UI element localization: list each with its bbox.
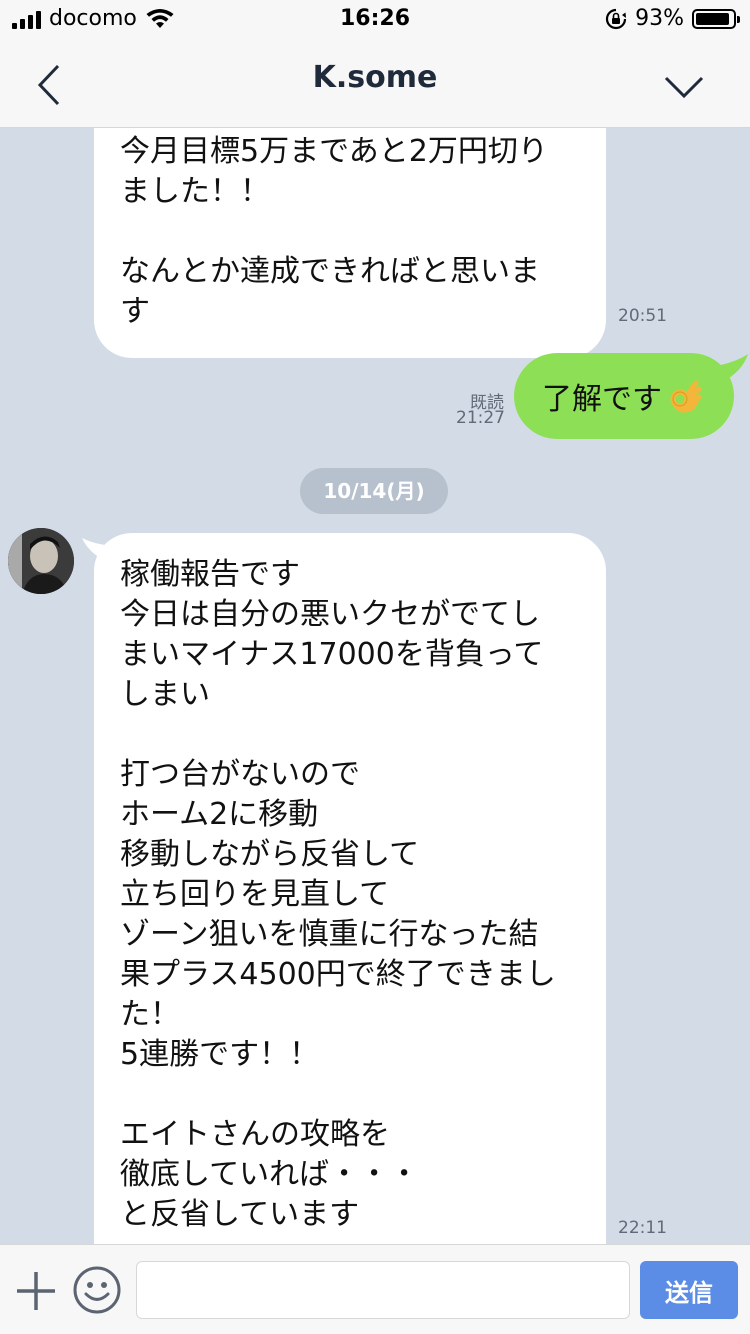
chat-area[interactable]: 今月目標5万まであと2万円切り ました！！ なんとか達成できればと思いま す 2… — [0, 128, 750, 1244]
message-timestamp: 22:11 — [618, 1218, 667, 1238]
incoming-message-bubble: 今月目標5万まであと2万円切り ました！！ なんとか達成できればと思いま す — [94, 128, 606, 358]
avatar-photo — [8, 528, 74, 594]
avatar[interactable] — [8, 528, 74, 594]
plus-icon[interactable] — [14, 1269, 58, 1313]
battery-level — [696, 12, 730, 25]
status-bar: docomo 16:26 93% — [0, 0, 750, 40]
chat-header: K.some — [0, 40, 750, 128]
status-right: 93% — [605, 6, 740, 31]
emoji-icon[interactable] — [72, 1265, 122, 1315]
incoming-message-bubble: 稼働報告です 今日は自分の悪いクセがでてし まいマイナス17000を背負って し… — [94, 533, 606, 1244]
battery-icon — [692, 8, 740, 29]
outgoing-message-bubble: 了解です — [514, 353, 734, 439]
message-timestamp: 21:27 — [456, 408, 505, 428]
ok-hand-emoji-icon — [670, 380, 702, 413]
chat-title: K.some — [312, 60, 438, 95]
date-separator: 10/14(月) — [300, 468, 448, 514]
outgoing-message-text: 了解です — [542, 382, 662, 417]
message-timestamp: 20:51 — [618, 306, 667, 326]
message-input[interactable] — [136, 1261, 630, 1319]
chevron-down-icon[interactable] — [662, 70, 706, 102]
rotation-lock-icon — [606, 8, 627, 29]
battery-percent: 93% — [635, 6, 684, 31]
input-bar: 送信 — [0, 1244, 750, 1334]
send-button[interactable]: 送信 — [640, 1261, 738, 1319]
